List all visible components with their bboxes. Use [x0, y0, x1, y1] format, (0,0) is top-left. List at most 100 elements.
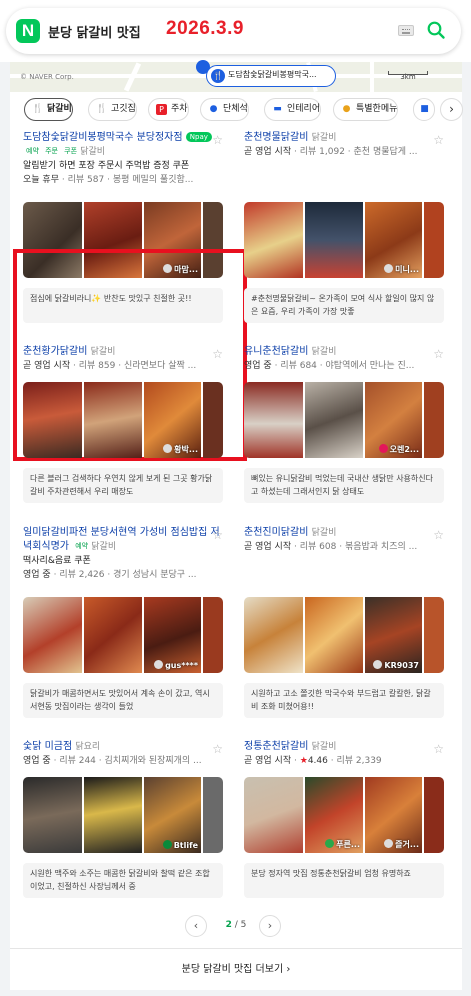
- place-desc: 야탑역에서 만나는 진...: [325, 361, 415, 371]
- place-category: 닭갈비: [91, 542, 117, 552]
- place-name[interactable]: 춘천명물닭갈비: [244, 132, 308, 143]
- search-icon[interactable]: [426, 20, 446, 40]
- photo[interactable]: [244, 777, 303, 853]
- photo[interactable]: [84, 382, 142, 458]
- filter-chips: 🍴 닭갈비 🍴 고깃집 P 주차 ● 단체석 ▬ 인테리어 ● 특별한메뉴 ■ ›: [10, 92, 463, 128]
- save-star-icon[interactable]: ☆: [212, 528, 223, 542]
- photo-author: 미니...: [384, 264, 419, 275]
- place-name[interactable]: 춘천진미닭갈비: [244, 527, 308, 538]
- top-search-bar: N 분당 닭갈비 맛집 2026.3.9: [0, 0, 471, 62]
- place-title[interactable]: 정통춘천닭갈비 닭갈비: [244, 740, 444, 754]
- place-card[interactable]: 정통춘천닭갈비 닭갈비 ☆ 곧 영업 시작 · ★4.46 · 리뷰 2,339…: [244, 740, 444, 898]
- chip-special-menu[interactable]: ● 특별한메뉴: [333, 98, 399, 121]
- photo[interactable]: [84, 777, 142, 853]
- place-desc: 춘천 명물답게 ...: [353, 147, 418, 157]
- save-star-icon[interactable]: ☆: [433, 347, 444, 361]
- save-star-icon[interactable]: ☆: [212, 133, 223, 147]
- review-snippet[interactable]: 다른 블러그 검색하다 우연치 않게 보게 된 그곳 황가닭갈비 주차관련해서 …: [23, 468, 223, 503]
- place-card[interactable]: 유니춘천닭갈비 닭갈비 ☆ 영업 중 · 리뷰 684 · 야탑역에서 만나는 …: [244, 345, 444, 503]
- map-marker-bubble[interactable]: 🍴 도담참숯닭갈비봉평막국...: [206, 65, 336, 87]
- place-title[interactable]: 춘천진미닭갈비 닭갈비: [244, 526, 444, 540]
- place-title[interactable]: 춘천황가닭갈비 닭갈비: [23, 345, 223, 359]
- keyboard-icon[interactable]: [398, 25, 414, 36]
- review-snippet[interactable]: 시원하고 고소 쫄깃한 막국수와 부드럽고 칼칼한, 닭갈비 조화 미쳤어용!!: [244, 683, 444, 718]
- chevron-right-icon[interactable]: ›: [259, 915, 281, 937]
- place-title[interactable]: 도담참숯닭갈비봉평막국수 분당정자점 Npay 예약 주문 쿠폰 닭갈비: [23, 131, 223, 159]
- photo[interactable]: [424, 777, 444, 853]
- chevron-left-icon[interactable]: ‹: [185, 915, 207, 937]
- place-reviews: 리뷰 859: [78, 361, 116, 371]
- review-snippet[interactable]: 시원한 맥주와 소주는 매콤한 닭갈비와 찰떡 같은 조합이었고, 친절하신 사…: [23, 863, 223, 898]
- save-star-icon[interactable]: ☆: [433, 133, 444, 147]
- search-box[interactable]: N 분당 닭갈비 맛집 2026.3.9: [6, 8, 461, 54]
- search-query[interactable]: 분당 닭갈비 맛집: [48, 22, 141, 41]
- place-title[interactable]: 춘천명물닭갈비 닭갈비: [244, 131, 444, 145]
- photo-author: 푸른...: [325, 839, 360, 850]
- photo-strip[interactable]: gus****: [23, 597, 223, 673]
- place-card[interactable]: 일미닭갈비파전 분당서현역 가성비 점심밥집 저녁회식명가 예약 닭갈비 ☆ 떡…: [23, 526, 223, 718]
- place-status: 영업 중: [23, 570, 51, 580]
- photo[interactable]: [203, 777, 223, 853]
- more-link[interactable]: 분당 닭갈비 맛집 더보기 ›: [10, 948, 462, 990]
- photo-strip[interactable]: 푸른... 즐거...: [244, 777, 444, 853]
- photo-strip[interactable]: 미니...: [244, 202, 444, 278]
- fork-knife-icon: 🍴: [96, 104, 108, 114]
- review-snippet[interactable]: 뼈있는 유니닭갈비 먹었는데 국내산 생닭만 사용하신다고 하셨는데 그래서인지…: [244, 468, 444, 503]
- photo[interactable]: [84, 597, 142, 673]
- place-desc: 볶음밥과 치즈의 ...: [344, 542, 418, 552]
- photo[interactable]: [305, 202, 363, 278]
- save-star-icon[interactable]: ☆: [433, 742, 444, 756]
- place-card[interactable]: 도담참숯닭갈비봉평막국수 분당정자점 Npay 예약 주문 쿠폰 닭갈비 ☆ 알…: [23, 131, 223, 323]
- place-name[interactable]: 유니춘천닭갈비: [244, 346, 308, 357]
- photo[interactable]: [244, 597, 303, 673]
- photo[interactable]: [424, 382, 444, 458]
- place-card[interactable]: 춘천진미닭갈비 닭갈비 ☆ 곧 영업 시작 · 리뷰 608 · 볶음밥과 치즈…: [244, 526, 444, 718]
- photo-strip[interactable]: 황박...: [23, 382, 223, 458]
- photo-strip[interactable]: 오렌2...: [244, 382, 444, 458]
- place-title[interactable]: 일미닭갈비파전 분당서현역 가성비 점심밥집 저녁회식명가 예약 닭갈비: [23, 526, 223, 554]
- photo[interactable]: [203, 382, 223, 458]
- save-star-icon[interactable]: ☆: [433, 528, 444, 542]
- photo[interactable]: [23, 382, 82, 458]
- photo-strip[interactable]: Btlife: [23, 777, 223, 853]
- page-indicator: 2 / 5: [225, 920, 247, 930]
- place-card[interactable]: 춘천명물닭갈비 닭갈비 ☆ 곧 영업 시작 · 리뷰 1,092 · 춘천 명물…: [244, 131, 444, 323]
- place-name[interactable]: 정통춘천닭갈비: [244, 741, 308, 752]
- review-snippet[interactable]: 분당 정자역 맛집 정통춘천닭갈비 엄청 유명하죠: [244, 863, 444, 898]
- chip-gogijip[interactable]: 🍴 고깃집: [88, 98, 137, 121]
- photo[interactable]: [23, 777, 82, 853]
- chip-parking[interactable]: P 주차: [148, 98, 189, 121]
- chip-more[interactable]: ■: [413, 98, 435, 121]
- photo[interactable]: [203, 597, 223, 673]
- place-name[interactable]: 일미닭갈비파전 분당서현역 가성비 점심밥집 저녁회식명가: [23, 527, 220, 552]
- place-name[interactable]: 도담참숯닭갈비봉평막국수 분당정자점: [23, 132, 183, 143]
- save-star-icon[interactable]: ☆: [212, 742, 223, 756]
- more-label: 분당 닭갈비 맛집 더보기: [181, 964, 284, 975]
- place-card[interactable]: 숯닭 미금점 닭요리 ☆ 영업 중 · 리뷰 244 · 김치찌개와 된장찌개의…: [23, 740, 223, 898]
- place-title[interactable]: 유니춘천닭갈비 닭갈비: [244, 345, 444, 359]
- save-star-icon[interactable]: ☆: [212, 347, 223, 361]
- chip-interior[interactable]: ▬ 인테리어: [264, 98, 322, 121]
- photo[interactable]: [23, 597, 82, 673]
- photo[interactable]: [424, 597, 444, 673]
- place-category: 닭요리: [75, 742, 101, 752]
- place-name[interactable]: 춘천황가닭갈비: [23, 346, 87, 357]
- photo[interactable]: [305, 597, 363, 673]
- photo[interactable]: [244, 382, 303, 458]
- chip-group-seating[interactable]: ● 단체석: [200, 98, 249, 121]
- photo[interactable]: [244, 202, 303, 278]
- chip-dakgalbi[interactable]: 🍴 닭갈비: [24, 98, 73, 121]
- place-status: 오늘 휴무: [23, 175, 59, 185]
- place-name[interactable]: 숯닭 미금점: [23, 741, 72, 752]
- photo[interactable]: [424, 202, 444, 278]
- place-title[interactable]: 숯닭 미금점 닭요리: [23, 740, 223, 754]
- naver-logo[interactable]: N: [16, 19, 40, 43]
- photo[interactable]: [305, 382, 363, 458]
- review-snippet[interactable]: #춘천명물닭갈비~ 온가족이 모여 식사 할일이 많지 않은 요즘, 우리 가족…: [244, 288, 444, 323]
- place-card[interactable]: 춘천황가닭갈비 닭갈비 ☆ 곧 영업 시작 · 리뷰 859 · 신라면보다 살…: [23, 345, 223, 503]
- chevron-right-icon[interactable]: ›: [440, 98, 463, 121]
- photo-strip[interactable]: KR9037: [244, 597, 444, 673]
- review-snippet[interactable]: 닭갈비가 매콤하면서도 맛있어서 계속 손이 갔고, 역시 서현동 맛집이라는 …: [23, 683, 223, 718]
- place-category: 닭갈비: [311, 742, 337, 752]
- map-marker[interactable]: 🍴 도담참숯닭갈비봉평막국...: [196, 60, 338, 88]
